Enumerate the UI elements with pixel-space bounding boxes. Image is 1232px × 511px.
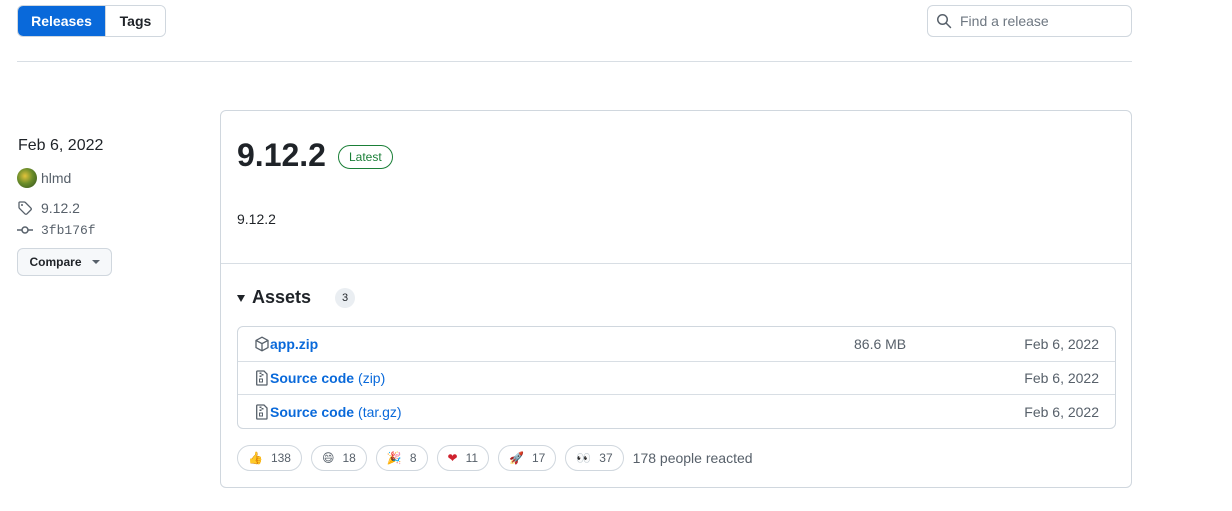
commit-sha[interactable]: 3fb176f [41, 223, 96, 238]
latest-badge: Latest [338, 145, 393, 169]
file-zip-icon [256, 370, 268, 386]
asset-row: Source code (zip) Feb 6, 2022 [238, 360, 1115, 395]
tag-row[interactable]: 9.12.2 [17, 200, 80, 216]
release-date: Feb 6, 2022 [18, 137, 104, 154]
reaction-count: 138 [270, 451, 291, 465]
rocket-icon: 🚀 [509, 451, 524, 465]
reaction-thumbs-up[interactable]: 👍 138 [237, 445, 302, 471]
package-icon [255, 336, 269, 352]
asset-date: Feb 6, 2022 [1024, 403, 1099, 420]
file-zip-icon [256, 403, 268, 420]
tags-tab[interactable]: Tags [105, 6, 165, 36]
compare-label: Compare [29, 255, 82, 269]
assets-title: Assets [252, 287, 312, 307]
asset-link[interactable]: Source code [270, 370, 354, 386]
avatar [17, 168, 37, 188]
asset-size: 86.6 MB [854, 335, 907, 352]
reaction-count: 18 [342, 451, 356, 465]
commit-row[interactable]: 3fb176f [17, 222, 96, 238]
reaction-count: 8 [409, 451, 417, 465]
card-divider [221, 263, 1131, 264]
asset-date: Feb 6, 2022 [1024, 335, 1099, 352]
asset-row: Source code (tar.gz) Feb 6, 2022 [238, 394, 1115, 428]
eyes-icon: 👀 [576, 451, 592, 465]
laugh-icon: 😄 [321, 451, 335, 465]
release-notes: 9.12.2 [237, 211, 276, 227]
heart-icon: ❤ [447, 451, 458, 465]
releases-tab[interactable]: Releases [18, 6, 105, 36]
release-title[interactable]: 9.12.2 [237, 137, 326, 174]
reaction-count: 17 [531, 451, 546, 465]
search-input[interactable] [960, 7, 1120, 35]
author-name[interactable]: hlmd [41, 170, 71, 186]
reaction-heart[interactable]: ❤ 11 [436, 445, 490, 471]
reaction-hooray[interactable]: 🎉 8 [375, 445, 428, 471]
asset-format[interactable]: (tar.gz) [358, 404, 402, 420]
reaction-count: 37 [599, 451, 613, 465]
thumbs-up-icon: 👍 [248, 451, 263, 465]
asset-link[interactable]: Source code [270, 404, 354, 420]
reaction-eyes[interactable]: 👀 37 [565, 445, 624, 471]
tag-name[interactable]: 9.12.2 [41, 200, 80, 216]
asset-row: app.zip 86.6 MB Feb 6, 2022 [238, 327, 1115, 361]
caret-down-icon [91, 260, 100, 264]
git-commit-icon [17, 226, 33, 234]
assets-count-badge: 3 [335, 287, 356, 308]
asset-format[interactable]: (zip) [358, 370, 385, 386]
reaction-count: 11 [465, 451, 479, 465]
author-row[interactable]: hlmd [17, 168, 71, 188]
compare-button[interactable]: Compare [17, 248, 112, 276]
tag-icon [18, 201, 32, 215]
reactions-summary: 178 people reacted [632, 450, 753, 466]
search-icon [937, 14, 952, 29]
release-search[interactable] [927, 5, 1132, 37]
hooray-icon: 🎉 [386, 451, 402, 465]
asset-date: Feb 6, 2022 [1024, 369, 1099, 386]
reaction-laugh[interactable]: 😄 18 [310, 445, 367, 471]
assets-list: app.zip 86.6 MB Feb 6, 2022 Source code … [237, 326, 1116, 429]
assets-toggle[interactable]: Assets 3 [237, 287, 356, 308]
release-card: 9.12.2 Latest 9.12.2 Assets 3 app.zip 86… [220, 110, 1132, 488]
reactions-bar: 👍 138 😄 18 🎉 8 ❤ 11 🚀 17 👀 37 178 people… [237, 445, 753, 471]
triangle-down-icon [237, 295, 245, 302]
releases-tags-toggle: Releases Tags [17, 5, 166, 37]
asset-link[interactable]: app.zip [270, 336, 318, 352]
reaction-rocket[interactable]: 🚀 17 [498, 445, 557, 471]
header-divider [17, 61, 1132, 62]
